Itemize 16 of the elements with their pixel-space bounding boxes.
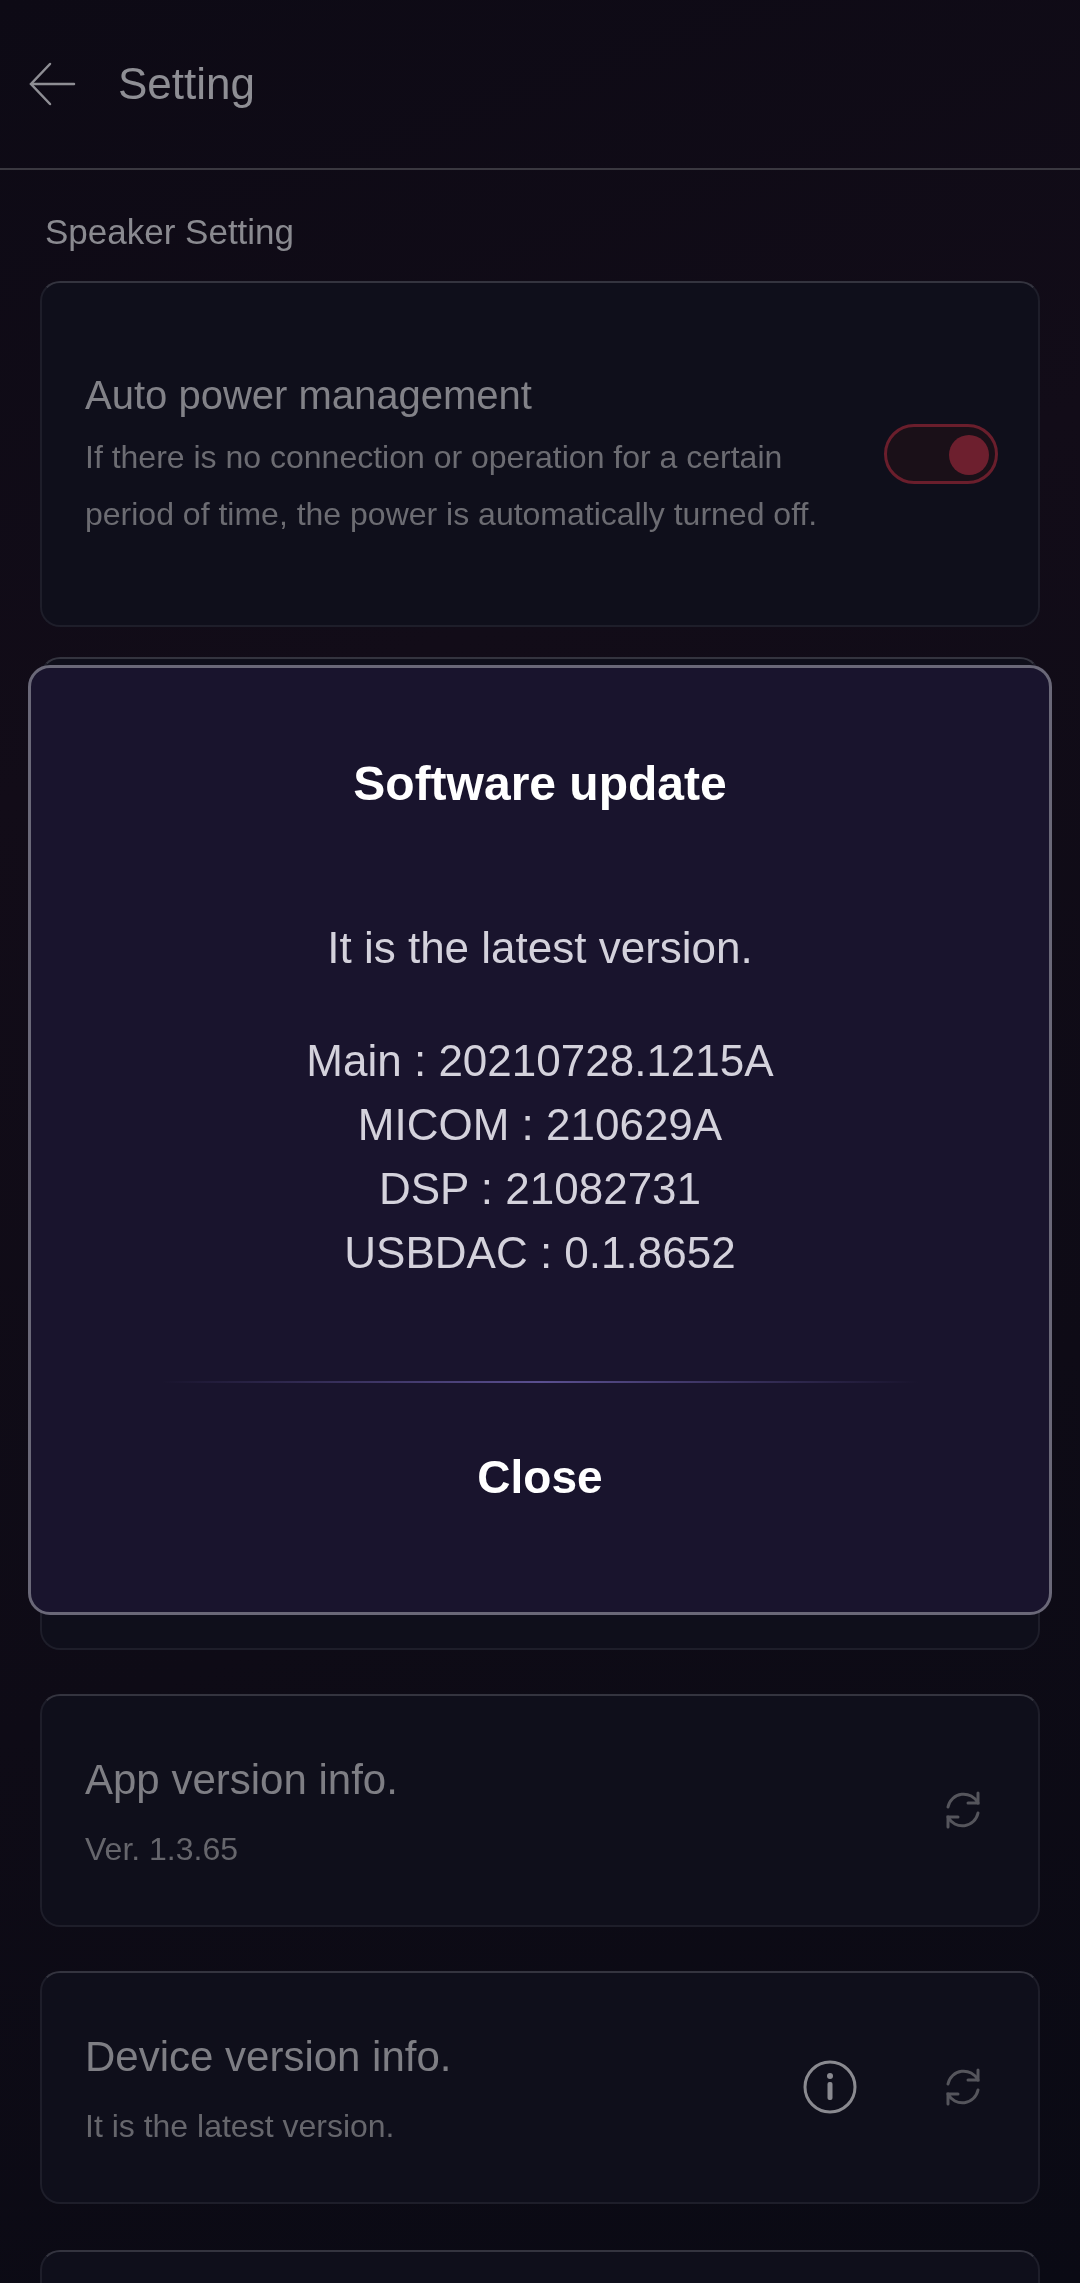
version-title: Device version info. bbox=[85, 2031, 453, 2082]
info-icon[interactable] bbox=[802, 2059, 858, 2115]
setting-title: Auto power management bbox=[85, 371, 533, 419]
close-button[interactable]: Close bbox=[437, 1433, 643, 1522]
page-title: Setting bbox=[118, 58, 255, 110]
version-subtitle: Ver. 1.3.65 bbox=[85, 1829, 239, 1869]
version-line: MICOM : 210629A bbox=[356, 1099, 724, 1151]
setting-description: If there is no connection or operation for a certain period of time, the power is automatically turned off. bbox=[85, 437, 819, 534]
version-title: App version info. bbox=[85, 1754, 399, 1805]
version-line: DSP : 21082731 bbox=[377, 1163, 703, 1215]
dialog-message: It is the latest version. bbox=[326, 922, 754, 974]
section-title: Speaker Setting bbox=[44, 211, 296, 253]
version-subtitle: It is the latest version. bbox=[85, 2106, 396, 2146]
version-line: Main : 20210728.1215A bbox=[305, 1035, 775, 1087]
version-line: USBDAC : 0.1.8652 bbox=[343, 1227, 737, 1279]
dialog-title: Software update bbox=[352, 756, 728, 812]
